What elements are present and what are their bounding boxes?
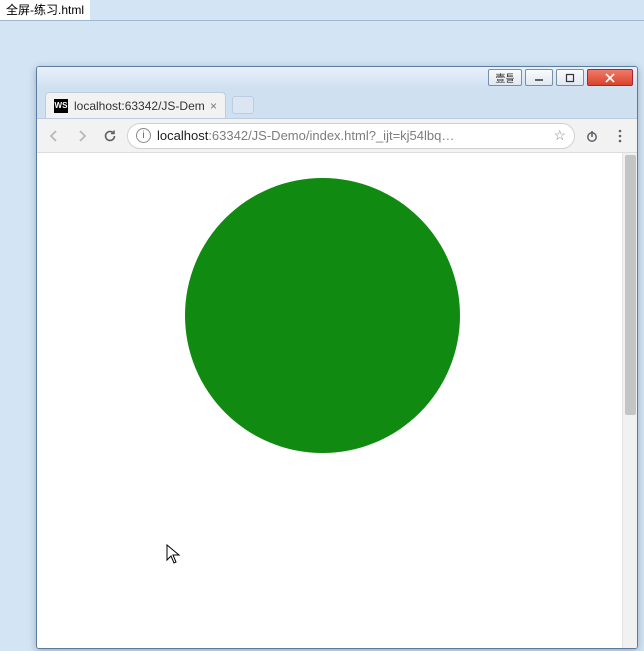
back-button[interactable] [43,125,65,147]
toolbar: i localhost:63342/JS-Demo/index.html?_ij… [37,119,637,153]
power-icon[interactable] [581,125,603,147]
new-tab-button[interactable] [232,96,254,114]
ime-badge[interactable]: 壹틀 [488,69,522,86]
address-bar[interactable]: i localhost:63342/JS-Demo/index.html?_ij… [127,123,575,149]
tab-close-icon[interactable]: × [210,99,217,113]
minimize-button[interactable] [525,69,553,86]
scrollbar-thumb[interactable] [625,155,636,415]
vertical-scrollbar[interactable] [622,153,637,648]
browser-window: 壹틀 WS localhost:63342/JS-Dem × i [36,66,638,649]
browser-tab[interactable]: WS localhost:63342/JS-Dem × [45,92,226,118]
reload-button[interactable] [99,125,121,147]
site-info-icon[interactable]: i [136,128,151,143]
url-path: :63342/JS-Demo/index.html?_ijt=kj54lbq… [208,128,454,143]
window-titlebar[interactable]: 壹틀 [37,67,637,89]
green-circle [185,178,460,453]
close-button[interactable] [587,69,633,86]
divider [0,20,644,21]
parent-tab-label: 全屏-练习.html [0,0,90,20]
page-viewport [37,153,637,648]
forward-button[interactable] [71,125,93,147]
tab-favicon-icon: WS [54,99,68,113]
menu-button[interactable] [609,125,631,147]
maximize-button[interactable] [556,69,584,86]
url-text: localhost:63342/JS-Demo/index.html?_ijt=… [157,128,454,143]
bookmark-star-icon[interactable]: ☆ [553,127,566,144]
tab-title: localhost:63342/JS-Dem [74,99,204,113]
tab-strip: WS localhost:63342/JS-Dem × [37,89,637,119]
url-host: localhost [157,128,208,143]
